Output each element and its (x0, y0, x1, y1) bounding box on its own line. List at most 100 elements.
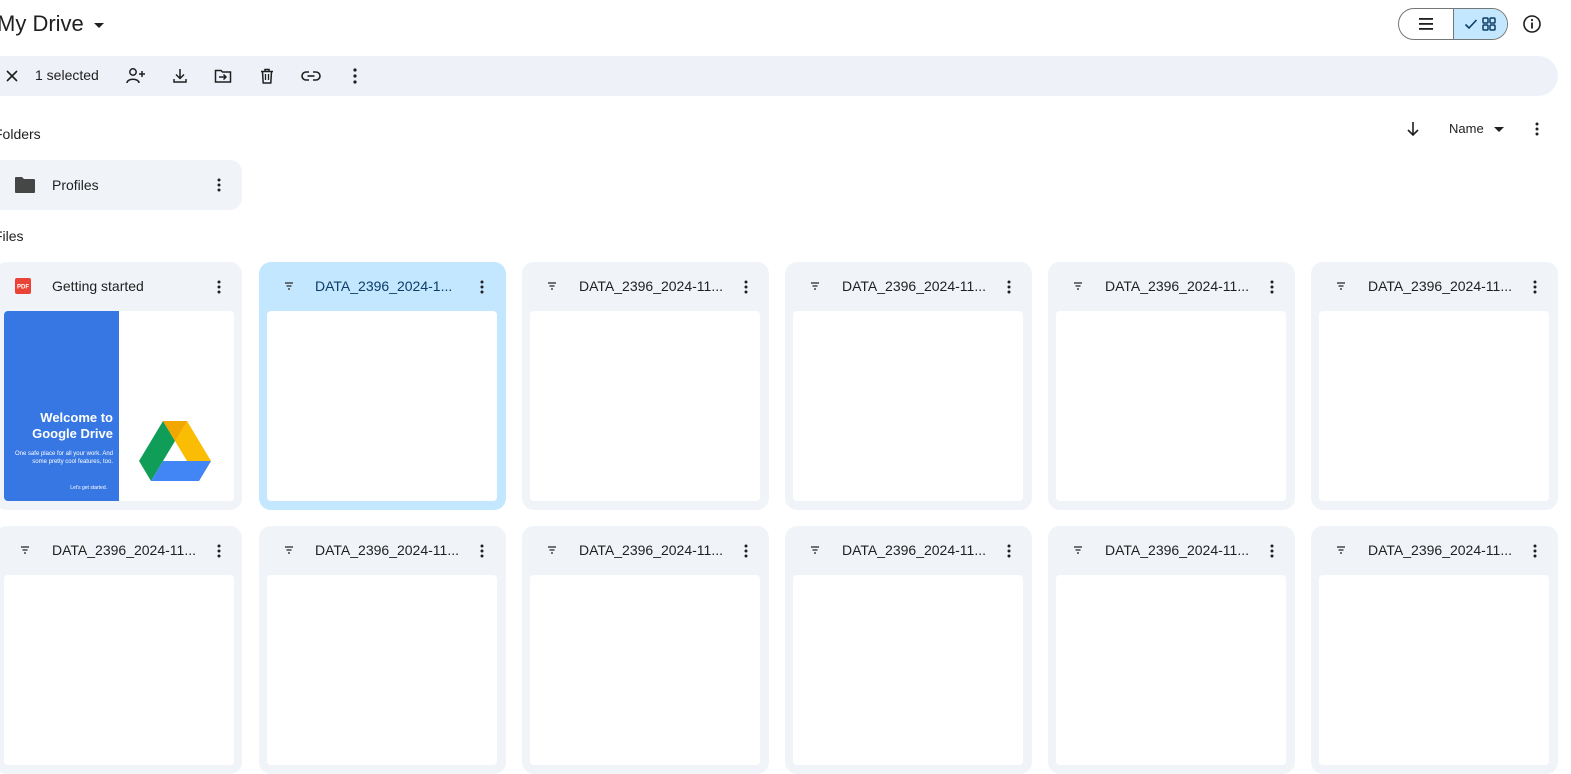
filter-icon (1070, 542, 1086, 558)
more-vert-icon (1270, 280, 1274, 294)
file-card-data-9[interactable]: DATA_2396_2024-11... (785, 526, 1032, 774)
file-more-button[interactable] (472, 277, 492, 297)
view-toggle (1398, 8, 1508, 40)
list-icon (1418, 18, 1433, 30)
grid-view-button[interactable] (1453, 9, 1507, 39)
details-button[interactable] (1520, 12, 1544, 36)
file-header: DATA_2396_2024-11... (0, 526, 242, 574)
file-more-button[interactable] (999, 277, 1019, 297)
sort-by-button[interactable]: Name (1449, 121, 1504, 136)
file-name: DATA_2396_2024-11... (1368, 278, 1512, 294)
close-icon (6, 70, 18, 82)
file-thumbnail (1319, 311, 1549, 501)
filter-icon (1333, 542, 1349, 558)
welcome-cta: Let's get started. (70, 485, 107, 491)
sort-direction-button[interactable] (1403, 119, 1423, 139)
chevron-down-icon (1493, 127, 1504, 132)
grid-icon (1482, 17, 1496, 31)
delete-button[interactable] (255, 64, 279, 88)
folders-heading: Folders (0, 126, 41, 142)
more-vert-icon (1533, 280, 1537, 294)
folder-more-button[interactable] (209, 175, 229, 195)
file-card-data-1[interactable]: DATA_2396_2024-1... (259, 262, 506, 510)
filter-icon (281, 278, 297, 294)
file-header: DATA_2396_2024-11... (1311, 526, 1558, 574)
download-button[interactable] (168, 64, 192, 88)
file-more-button[interactable] (1525, 277, 1545, 297)
more-vert-icon (217, 280, 221, 294)
my-drive-title[interactable]: My Drive (0, 6, 104, 42)
sort-by-label: Name (1449, 121, 1484, 136)
file-more-button[interactable] (472, 541, 492, 561)
file-card-data-5[interactable]: DATA_2396_2024-11... (1311, 262, 1558, 510)
file-name: DATA_2396_2024-11... (842, 542, 986, 558)
files-heading: Files (0, 228, 24, 244)
link-icon (301, 71, 321, 81)
file-more-button[interactable] (209, 277, 229, 297)
filter-icon (544, 278, 560, 294)
move-button[interactable] (211, 64, 235, 88)
file-header: DATA_2396_2024-11... (1048, 262, 1295, 310)
sort-more-button[interactable] (1527, 119, 1547, 139)
filter-icon (807, 278, 823, 294)
file-card-data-11[interactable]: DATA_2396_2024-11... (1311, 526, 1558, 774)
filter-icon (1333, 278, 1349, 294)
trash-icon (261, 68, 273, 84)
file-more-button[interactable] (1262, 277, 1282, 297)
share-button[interactable] (124, 64, 148, 88)
file-thumbnail (267, 311, 497, 501)
more-vert-icon (744, 280, 748, 294)
file-name: DATA_2396_2024-11... (842, 278, 986, 294)
arrow-down-icon (1407, 122, 1419, 137)
filter-icon (17, 542, 33, 558)
more-vert-icon (480, 280, 484, 294)
file-more-button[interactable] (1262, 541, 1282, 561)
file-header: DATA_2396_2024-11... (259, 526, 506, 574)
page-title: My Drive (0, 11, 84, 36)
file-thumbnail (1056, 311, 1286, 501)
welcome-title-line2: Google Drive (32, 426, 113, 441)
file-thumbnail (1319, 575, 1549, 765)
file-card-data-4[interactable]: DATA_2396_2024-11... (1048, 262, 1295, 510)
file-more-button[interactable] (736, 277, 756, 297)
copy-link-button[interactable] (299, 64, 323, 88)
pdf-badge-label: PDF (17, 285, 29, 291)
file-name: DATA_2396_2024-11... (1105, 278, 1249, 294)
file-thumbnail (267, 575, 497, 765)
file-card-data-3[interactable]: DATA_2396_2024-11... (785, 262, 1032, 510)
file-card-data-7[interactable]: DATA_2396_2024-11... (259, 526, 506, 774)
list-view-button[interactable] (1399, 9, 1454, 39)
file-header: DATA_2396_2024-11... (1311, 262, 1558, 310)
file-thumbnail (793, 575, 1023, 765)
file-name: DATA_2396_2024-11... (579, 542, 723, 558)
file-more-button[interactable] (1525, 541, 1545, 561)
file-header: DATA_2396_2024-11... (785, 262, 1032, 310)
more-vert-icon (1007, 544, 1011, 558)
google-drive-logo-icon (139, 421, 211, 481)
more-vert-icon (217, 544, 221, 558)
file-thumbnail (530, 575, 760, 765)
filter-icon (544, 542, 560, 558)
file-card-data-6[interactable]: DATA_2396_2024-11... (0, 526, 242, 774)
filter-icon (281, 542, 297, 558)
file-card-data-8[interactable]: DATA_2396_2024-11... (522, 526, 769, 774)
file-thumbnail: Welcome to Google Drive One safe place f… (4, 311, 234, 501)
more-vert-icon (1007, 280, 1011, 294)
file-header: DATA_2396_2024-11... (522, 526, 769, 574)
file-name: DATA_2396_2024-11... (579, 278, 723, 294)
folder-item-profiles[interactable]: Profiles (0, 160, 242, 210)
selection-bar: 1 selected (0, 56, 1558, 96)
more-actions-button[interactable] (343, 64, 367, 88)
more-vert-icon (1270, 544, 1274, 558)
file-card-getting-started[interactable]: PDF Getting started Welcome to Google Dr… (0, 262, 242, 510)
file-thumbnail (4, 575, 234, 765)
check-icon (1465, 19, 1478, 30)
file-more-button[interactable] (736, 541, 756, 561)
clear-selection-button[interactable] (2, 66, 22, 86)
file-card-data-2[interactable]: DATA_2396_2024-11... (522, 262, 769, 510)
chevron-down-icon (93, 22, 104, 28)
file-card-data-10[interactable]: DATA_2396_2024-11... (1048, 526, 1295, 774)
file-more-button[interactable] (999, 541, 1019, 561)
file-thumbnail (1056, 575, 1286, 765)
file-more-button[interactable] (209, 541, 229, 561)
